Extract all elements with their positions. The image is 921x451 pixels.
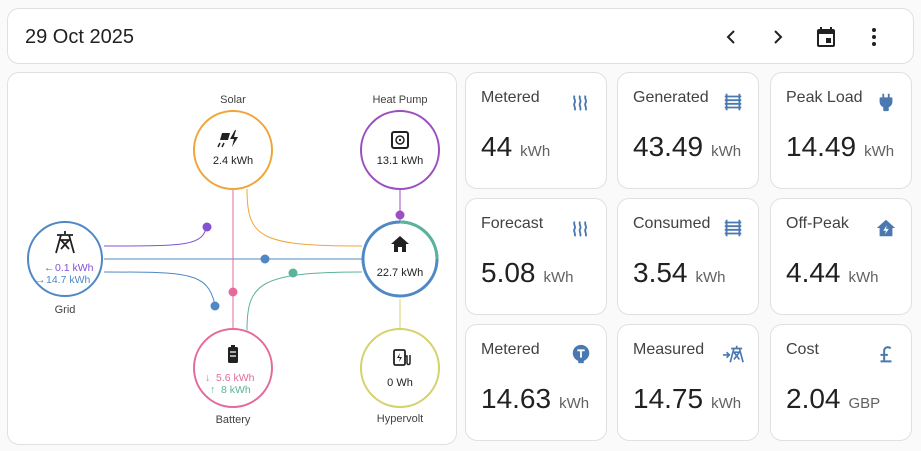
stat-value-row: 14.49 kWh (786, 131, 894, 163)
home-value: 22.7 kWh (377, 267, 423, 279)
heat-pump-value: 13.1 kWh (377, 155, 423, 167)
plug-icon (879, 93, 893, 112)
stat-value-row: 5.08 kWh (481, 257, 574, 289)
battery-out-value: 8 kWh (221, 384, 251, 396)
stat-unit: kWh (520, 143, 551, 160)
stat-title: Metered (481, 89, 540, 106)
transmission-tower-import-icon (722, 345, 744, 363)
date-toolbar: 29 Oct 2025 (7, 8, 914, 64)
stat-title: Consumed (633, 215, 711, 232)
stat-value: 3.54 (633, 257, 688, 288)
radiator-icon (573, 221, 588, 237)
stat-card-peak-load[interactable]: Peak Load 14.49 kWh (770, 72, 912, 189)
stat-title: Cost (786, 341, 819, 358)
stat-unit: kWh (711, 143, 742, 160)
stat-card-metered[interactable]: Metered 44 kWh (465, 72, 607, 189)
flow-dot (210, 301, 220, 311)
stat-unit: GBP (848, 395, 881, 412)
solar-value: 2.4 kWh (213, 155, 253, 167)
stat-card-generated[interactable]: Generated 43.49 kWh (617, 72, 759, 189)
flow-dot (395, 210, 405, 220)
battery-out-arrow-icon: ↑ (210, 384, 215, 396)
flow-dot (202, 222, 212, 232)
energy-flow-card: Solar 2.4 kWh Heat Pump 13.1 kWh ← 0.1 k… (7, 72, 457, 445)
stat-card-metered-2[interactable]: Metered 14.63 kWh (465, 324, 607, 441)
stat-unit: kWh (711, 395, 742, 412)
stat-unit: kWh (543, 269, 574, 286)
stat-value: 4.44 (786, 257, 841, 288)
home-node[interactable]: 22.7 kWh (361, 220, 439, 298)
stat-value-row: 3.54 kWh (633, 257, 726, 289)
grid-in-arrow-icon: → (35, 274, 46, 286)
flow-dot (228, 287, 238, 297)
heat-exchanger-icon (724, 219, 742, 237)
stat-value-row: 43.49 kWh (633, 131, 741, 163)
stat-value: 44 (481, 131, 513, 162)
stat-card-forecast[interactable]: Forecast 5.08 kWh (465, 198, 607, 315)
stat-value-row: 44 kWh (481, 131, 550, 163)
stat-unit: kWh (695, 269, 726, 286)
stat-value-row: 4.44 kWh (786, 257, 879, 289)
stat-card-off-peak[interactable]: Off-Peak 4.44 kWh (770, 198, 912, 315)
currency-gbp-icon (880, 346, 892, 363)
stat-card-cost[interactable]: Cost 2.04 GBP (770, 324, 912, 441)
stat-card-measured[interactable]: Measured 14.75 kWh (617, 324, 759, 441)
stat-unit: kWh (848, 269, 879, 286)
grid-label: Grid (55, 304, 76, 316)
stat-title: Peak Load (786, 89, 863, 106)
grid-node[interactable]: ← 0.1 kWh → 14.7 kWh Grid (27, 221, 103, 316)
stat-value: 43.49 (633, 131, 704, 162)
radiator-icon (573, 95, 588, 111)
more-vert-icon[interactable] (862, 25, 886, 49)
heat-exchanger-icon (724, 93, 742, 111)
stat-value: 14.49 (786, 131, 857, 162)
heat-pump-node[interactable]: Heat Pump 13.1 kWh (360, 94, 440, 190)
battery-to-home-line (246, 271, 363, 331)
solar-to-home-line (246, 188, 363, 247)
chevron-left-icon[interactable] (719, 25, 743, 49)
stat-unit: kWh (559, 395, 590, 412)
battery-in-value: 5.6 kWh (216, 372, 255, 384)
heat-pump-label: Heat Pump (372, 94, 427, 106)
battery-icon (228, 345, 238, 363)
stat-value: 2.04 (786, 383, 841, 414)
chevron-right-icon[interactable] (766, 25, 790, 49)
hypervolt-node[interactable]: 0 Wh Hypervolt (360, 328, 440, 425)
meter-icon (572, 344, 590, 364)
solar-label: Solar (220, 94, 246, 106)
grid-out-value: 0.1 kWh (55, 262, 94, 274)
stat-title: Off-Peak (786, 215, 849, 232)
hypervolt-value: 0 Wh (387, 377, 413, 389)
battery-label: Battery (216, 414, 251, 426)
home-lightning-icon (876, 219, 896, 237)
stat-card-consumed[interactable]: Consumed 3.54 kWh (617, 198, 759, 315)
grid-in-value: 14.7 kWh (46, 274, 91, 286)
stat-title: Forecast (481, 215, 544, 232)
stat-title: Measured (633, 341, 705, 358)
calendar-icon[interactable] (814, 25, 838, 49)
stat-value: 14.75 (633, 383, 704, 414)
battery-in-arrow-icon: ↓ (205, 372, 210, 384)
stat-value-row: 14.63 kWh (481, 383, 589, 415)
flow-dot (260, 254, 270, 264)
hypervolt-label: Hypervolt (377, 413, 423, 425)
flow-dot (288, 268, 298, 278)
grid-out-arrow-icon: ← (44, 262, 55, 274)
stat-title: Metered (481, 341, 540, 358)
stat-value: 14.63 (481, 383, 552, 414)
solar-node[interactable]: Solar 2.4 kWh (193, 94, 273, 190)
stat-value-row: 2.04 GBP (786, 383, 880, 415)
grid-return-line (103, 224, 208, 247)
stat-value: 5.08 (481, 257, 536, 288)
energy-flow-diagram: Solar 2.4 kWh Heat Pump 13.1 kWh ← 0.1 k… (27, 94, 440, 426)
battery-node[interactable]: ↓ 5.6 kWh ↑ 8 kWh Battery (193, 328, 273, 426)
date-label[interactable]: 29 Oct 2025 (25, 26, 134, 49)
stat-value-row: 14.75 kWh (633, 383, 741, 415)
grid-to-battery-line (103, 271, 216, 306)
stat-title: Generated (633, 89, 709, 106)
stat-unit: kWh (864, 143, 895, 160)
